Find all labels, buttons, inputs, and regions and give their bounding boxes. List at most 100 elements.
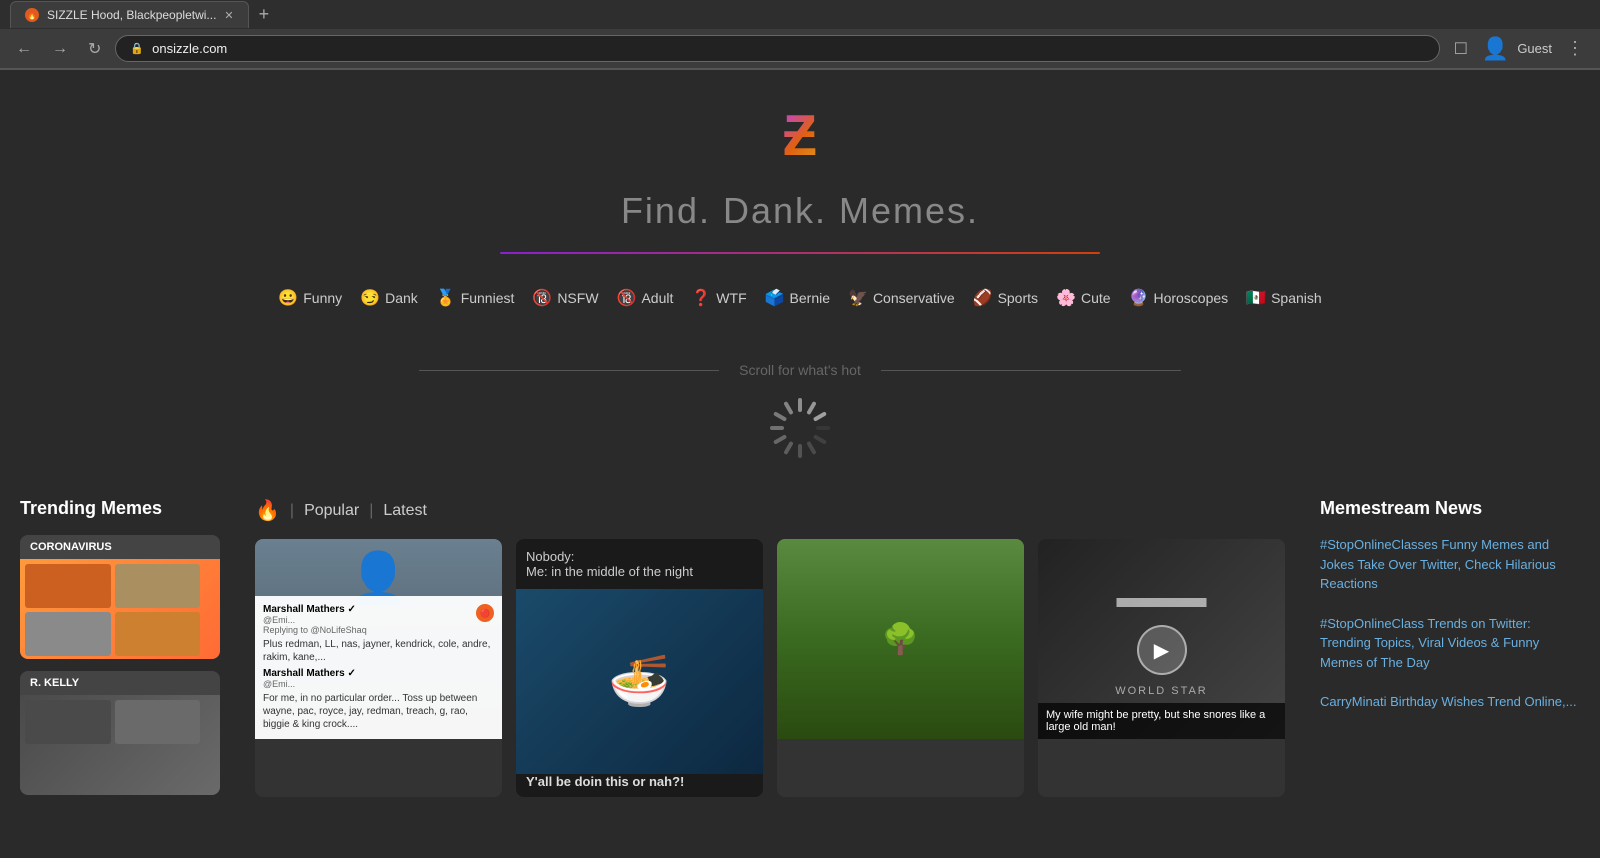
category-wtf[interactable]: ❓ WTF bbox=[691, 288, 746, 308]
meme-caption-2: Y'all be doin this or nah?! bbox=[516, 774, 763, 797]
spinner-dash-7 bbox=[806, 401, 816, 415]
meme-card-3[interactable]: 🌳 bbox=[777, 539, 1024, 797]
cat-emoji: 🏅 bbox=[436, 288, 456, 308]
spinner-dash-3 bbox=[770, 426, 784, 430]
right-divider bbox=[881, 370, 1181, 371]
meme-card-1[interactable]: 👤 Marshall Mathers ✓ @Emi... Replying to… bbox=[255, 539, 502, 797]
separator: | bbox=[290, 502, 294, 520]
user-account-button[interactable]: 👤 bbox=[1482, 36, 1509, 62]
tagline: Find. Dank. Memes. bbox=[20, 190, 1580, 232]
thumb-mini-2 bbox=[115, 564, 201, 608]
cat-emoji: 🗳️ bbox=[765, 288, 785, 308]
news-item-3[interactable]: CarryMinati Birthday Wishes Trend Online… bbox=[1320, 692, 1580, 712]
forward-button[interactable]: → bbox=[46, 38, 74, 60]
play-button[interactable]: ▶ bbox=[1137, 625, 1187, 675]
category-horoscopes[interactable]: 🔮Horoscopes bbox=[1129, 288, 1229, 308]
cat-emoji: 🔮 bbox=[1129, 288, 1149, 308]
tweet-badge: 🔴 bbox=[476, 604, 494, 622]
category-funny[interactable]: 😀 Funny bbox=[278, 288, 342, 308]
meme-tweet-overlay: Marshall Mathers ✓ @Emi... Replying to @… bbox=[255, 596, 502, 739]
security-icon: 🔒 bbox=[130, 42, 144, 55]
meme-outdoor-img: 🌳 bbox=[777, 539, 1024, 739]
cat-label: Horoscopes bbox=[1153, 290, 1228, 306]
cat-emoji: 😏 bbox=[360, 288, 380, 308]
meme-grid: 👤 Marshall Mathers ✓ @Emi... Replying to… bbox=[255, 539, 1285, 797]
news-link-1[interactable]: #StopOnlineClasses Funny Memes and Jokes… bbox=[1320, 537, 1556, 591]
new-tab-button[interactable]: + bbox=[249, 0, 280, 29]
video-caption: My wife might be pretty, but she snores … bbox=[1038, 703, 1285, 739]
news-link-3[interactable]: CarryMinati Birthday Wishes Trend Online… bbox=[1320, 694, 1576, 709]
scroll-divider: Scroll for what's hot bbox=[20, 362, 1580, 378]
spinner-dash-0 bbox=[798, 444, 802, 458]
tweet-body2: For me, in no particular order... Toss u… bbox=[263, 692, 494, 731]
popular-filter[interactable]: Popular bbox=[304, 502, 359, 520]
cat-emoji: 🌸 bbox=[1056, 288, 1076, 308]
category-funniest[interactable]: 🏅 Funniest bbox=[436, 288, 515, 308]
loading-spinner bbox=[20, 378, 1580, 478]
category-bernie[interactable]: 🗳️Bernie bbox=[765, 288, 830, 308]
spinner-dash-1 bbox=[783, 441, 793, 455]
tweet-reply1: Replying to @NoLifeShaq bbox=[263, 625, 367, 635]
address-bar[interactable]: 🔒 onsizzle.com bbox=[115, 35, 1439, 62]
trending-card-img-rkelly bbox=[20, 695, 220, 795]
meme-card-2[interactable]: Nobody: Me: in the middle of the night 🍜… bbox=[516, 539, 763, 797]
category-dank[interactable]: 😏Dank bbox=[360, 288, 418, 308]
back-button[interactable]: ← bbox=[10, 38, 38, 60]
cat-emoji: ❓ bbox=[691, 288, 711, 308]
category-adult[interactable]: 🔞Adult bbox=[617, 288, 674, 308]
rkelly-img-placeholder bbox=[20, 695, 220, 795]
page-header: Ƶ Find. Dank. Memes. 😀 Funny 😏Dank 🏅 Funnies… bbox=[0, 70, 1600, 342]
video-brand: WORLD STAR bbox=[1115, 685, 1208, 697]
thumb-mini-3 bbox=[25, 612, 111, 656]
scroll-text: Scroll for what's hot bbox=[739, 362, 861, 378]
content-area: 🔥 | Popular | Latest 👤 Marshall Mathers … bbox=[240, 498, 1300, 807]
category-conservative[interactable]: 🦅Conservative bbox=[848, 288, 955, 308]
spinner-dash-2 bbox=[773, 434, 787, 444]
category-cute[interactable]: 🌸Cute bbox=[1056, 288, 1111, 308]
spinner bbox=[770, 398, 830, 458]
category-spanish[interactable]: 🇲🇽Spanish bbox=[1246, 288, 1322, 308]
tab-favicon: 🔥 bbox=[25, 8, 39, 22]
spinner-dash-6 bbox=[798, 398, 802, 412]
cat-label: Conservative bbox=[873, 290, 955, 306]
latest-filter[interactable]: Latest bbox=[383, 502, 427, 520]
category-nsfw[interactable]: 🔞NSFW bbox=[532, 288, 598, 308]
news-link-2[interactable]: #StopOnlineClass Trends on Twitter: Tren… bbox=[1320, 616, 1539, 670]
tweet-handle1: @Emi... bbox=[263, 615, 367, 625]
news-item-2[interactable]: #StopOnlineClass Trends on Twitter: Tren… bbox=[1320, 614, 1580, 673]
category-sports[interactable]: 🏈Sports bbox=[973, 288, 1038, 308]
nobody-label: Nobody: bbox=[526, 549, 753, 564]
scroll-section: Scroll for what's hot bbox=[0, 342, 1600, 498]
cat-label: Funny bbox=[303, 290, 342, 306]
thumb-mini-1 bbox=[25, 564, 111, 608]
logo-symbol: Ƶ bbox=[782, 110, 818, 170]
tab-close-button[interactable]: ✕ bbox=[224, 9, 233, 22]
active-tab[interactable]: 🔥 SIZZLE Hood, Blackpeopletwi... ✕ bbox=[10, 1, 249, 28]
nobody-subtitle: Me: in the middle of the night bbox=[526, 564, 753, 579]
meme-img-1: 👤 Marshall Mathers ✓ @Emi... Replying to… bbox=[255, 539, 502, 739]
video-stripes: ▬▬▬ bbox=[1117, 581, 1207, 615]
cat-label: Funniest bbox=[461, 290, 515, 306]
spinner-dash-8 bbox=[813, 411, 827, 421]
news-item-1[interactable]: #StopOnlineClasses Funny Memes and Jokes… bbox=[1320, 535, 1580, 594]
trending-title: Trending Memes bbox=[20, 498, 220, 519]
site-logo[interactable]: Ƶ bbox=[20, 110, 1580, 170]
cat-emoji: 🔞 bbox=[617, 288, 637, 308]
trending-card-coronavirus[interactable]: CORONAVIRUS bbox=[20, 535, 220, 659]
trending-card-rkelly[interactable]: R. KELLY bbox=[20, 671, 220, 795]
browser-toolbar: ← → ↻ 🔒 onsizzle.com ☐ 👤 Guest ⋮ bbox=[0, 29, 1600, 69]
meme-card-4[interactable]: ▬▬▬ ▶ WORLD STAR My wife might be pretty… bbox=[1038, 539, 1285, 797]
cat-emoji: 😀 bbox=[278, 288, 298, 308]
sidebar-left: Trending Memes CORONAVIRUS R. KELLY bbox=[20, 498, 240, 807]
content-header: 🔥 | Popular | Latest bbox=[255, 498, 1285, 523]
browser-menu-button[interactable]: ⋮ bbox=[1560, 36, 1590, 61]
url-text: onsizzle.com bbox=[152, 41, 227, 56]
thumb-mini-rk-2 bbox=[115, 700, 201, 744]
bookmark-button[interactable]: ☐ bbox=[1448, 37, 1474, 61]
tweet-handle2: @Emi... bbox=[263, 679, 494, 689]
reload-button[interactable]: ↻ bbox=[82, 37, 107, 61]
cat-label: Spanish bbox=[1271, 290, 1322, 306]
tab-title: SIZZLE Hood, Blackpeopletwi... bbox=[47, 8, 216, 22]
cat-label: WTF bbox=[716, 290, 746, 306]
guest-label: Guest bbox=[1517, 41, 1552, 56]
